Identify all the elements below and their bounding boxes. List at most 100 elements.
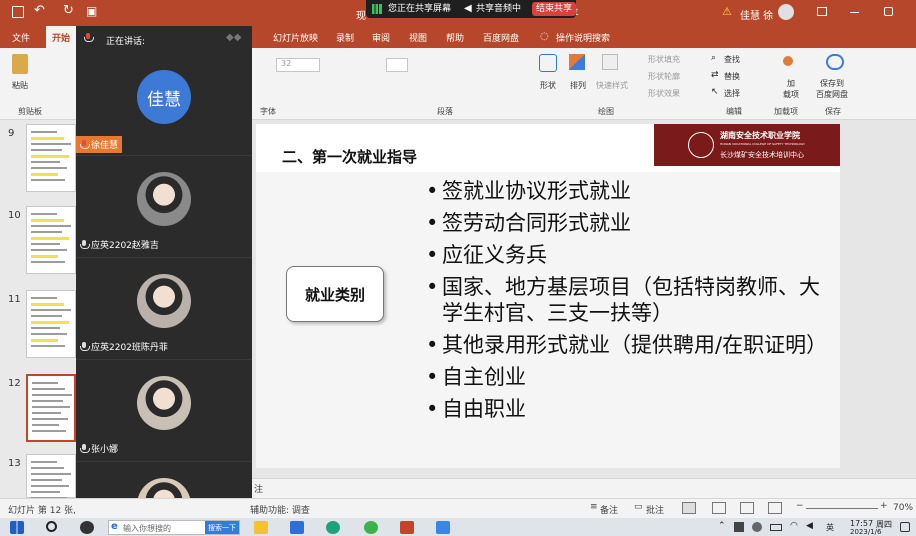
bullet-list-icon[interactable] <box>386 58 408 72</box>
undo-icon[interactable]: ↶ <box>34 3 45 18</box>
search-hint[interactable]: 操作说明搜索 <box>556 31 610 44</box>
quick-style-icon[interactable] <box>602 54 618 70</box>
tab-baidu[interactable]: 百度网盘 <box>483 31 519 44</box>
addin-button[interactable]: 加 载项 <box>783 78 799 100</box>
slide-thumbnail[interactable] <box>26 374 76 442</box>
participant-tile[interactable]: 应英2202赵雅吉 <box>76 156 252 258</box>
sharing-status: 您正在共享屏幕 <box>388 4 452 14</box>
volume-icon[interactable]: ◀ <box>806 521 813 531</box>
clock-date[interactable]: 2023/1/6 <box>850 528 881 536</box>
stop-share-button[interactable]: 结束共享 <box>532 2 577 16</box>
bullet-list[interactable]: 签就业协议形式就业签劳动合同形式就业应征义务兵国家、地方基层项目（包括特岗教师、… <box>426 178 827 428</box>
tab-view[interactable]: 视图 <box>409 31 427 44</box>
replace-button[interactable]: 替换 <box>724 71 740 82</box>
store-icon[interactable] <box>290 521 304 534</box>
reading-view-icon[interactable] <box>740 502 754 514</box>
360-browser-icon[interactable] <box>364 521 378 534</box>
shape-effect-button[interactable]: 形状效果 <box>648 88 680 99</box>
tab-home[interactable]: 开始 <box>46 26 77 48</box>
panel-collapse-icon[interactable]: ◆◆ <box>226 32 241 43</box>
bullet-item[interactable]: 其他录用形式就业（提供聘用/在职证明） <box>426 332 827 358</box>
participant-tile[interactable]: 张小娜 <box>76 360 252 462</box>
meeting-app-icon[interactable] <box>436 521 450 534</box>
speaker-icon: ◀ <box>464 3 472 14</box>
tab-help[interactable]: 帮助 <box>446 31 464 44</box>
edge-icon[interactable] <box>326 521 340 534</box>
slide-title[interactable]: 二、第一次就业指导 <box>282 146 417 167</box>
format-painter-icon[interactable]: ▣ <box>86 4 97 18</box>
taskbar-search-icon[interactable] <box>46 521 57 532</box>
zoom-out-icon[interactable]: − <box>796 501 804 511</box>
tray-app2-icon[interactable] <box>752 522 762 532</box>
mic-icon <box>80 239 90 250</box>
shape-outline-button[interactable]: 形状轮廓 <box>648 71 680 82</box>
zoom-level[interactable]: 70% <box>893 503 913 513</box>
select-button[interactable]: 选择 <box>724 88 740 99</box>
zoom-slider[interactable] <box>806 508 878 509</box>
clock-time[interactable]: 17:57 <box>850 519 873 528</box>
slideshow-view-icon[interactable] <box>768 502 782 514</box>
search-go-button[interactable]: 搜索一下 <box>205 521 239 534</box>
bullet-item[interactable]: 自主创业 <box>426 364 826 390</box>
accessibility-status[interactable]: 辅助功能: 调查 <box>250 503 310 516</box>
thumbnail-line <box>31 219 64 222</box>
notification-icon[interactable] <box>900 522 910 532</box>
notes-button[interactable]: 备注 <box>600 503 618 516</box>
shape-fill-button[interactable]: 形状填充 <box>648 54 680 65</box>
participant-tile[interactable]: 佳慧 徐佳慧 <box>76 54 252 156</box>
bullet-item[interactable]: 自由职业 <box>426 396 826 422</box>
browser-search-box[interactable]: e 输入你想搜的 搜索一下 <box>108 520 240 535</box>
slide-thumbnail[interactable] <box>26 206 76 274</box>
tab-file[interactable]: 文件 <box>12 31 30 44</box>
bullet-item[interactable]: 签劳动合同形式就业 <box>426 210 826 236</box>
thumbnail-line <box>32 382 58 384</box>
powerpoint-icon[interactable] <box>400 521 414 534</box>
zoom-in-icon[interactable]: + <box>880 501 888 511</box>
font-size-box[interactable]: 32 <box>276 58 320 72</box>
save-icon[interactable] <box>12 6 24 18</box>
shape-button[interactable]: 形状 <box>540 80 556 91</box>
arrange-icon[interactable] <box>569 54 585 70</box>
find-button[interactable]: 查找 <box>724 54 740 65</box>
redo-icon[interactable]: ↻ <box>63 3 74 18</box>
sorter-view-icon[interactable] <box>712 502 726 514</box>
battery-icon[interactable] <box>770 524 782 531</box>
addin-icon[interactable] <box>783 56 793 66</box>
arrange-button[interactable]: 排列 <box>570 80 586 91</box>
save-baidu-button[interactable]: 保存到 百度网盘 <box>816 78 848 100</box>
baidu-cloud-icon[interactable] <box>826 54 844 70</box>
participant-name-row: 徐佳慧 <box>76 136 123 153</box>
user-name[interactable]: 佳慧 徐 <box>740 7 773 22</box>
windows-start-icon[interactable] <box>10 521 24 534</box>
slide-thumbnail[interactable] <box>26 124 76 192</box>
normal-view-icon[interactable] <box>682 502 696 514</box>
audio-status[interactable]: 共享音频中 <box>472 2 525 16</box>
wifi-icon[interactable]: ◠ <box>790 521 798 531</box>
tab-review[interactable]: 审阅 <box>372 31 390 44</box>
avatar-icon[interactable] <box>778 4 794 20</box>
task-view-icon[interactable] <box>80 521 94 534</box>
ime-icon[interactable]: 英 <box>826 522 834 533</box>
tray-app-icon[interactable] <box>734 522 744 532</box>
category-box[interactable]: 就业类别 <box>286 266 384 322</box>
notes-pane[interactable]: 注 <box>252 478 916 498</box>
slide-thumbnail[interactable] <box>26 454 76 511</box>
paste-button[interactable]: 粘贴 <box>12 80 28 91</box>
ribbon-display-icon[interactable] <box>817 7 827 16</box>
quick-style-button[interactable]: 快速样式 <box>596 80 628 91</box>
tab-record[interactable]: 录制 <box>336 31 354 44</box>
tray-chevron-icon[interactable]: ⌃ <box>718 521 726 531</box>
bullet-item[interactable]: 签就业协议形式就业 <box>426 178 826 204</box>
bullet-item[interactable]: 应征义务兵 <box>426 242 826 268</box>
shapes-icon[interactable] <box>539 54 557 72</box>
restore-icon[interactable] <box>884 7 893 16</box>
file-explorer-icon[interactable] <box>254 521 268 534</box>
tab-slideshow[interactable]: 幻灯片放映 <box>273 31 318 44</box>
current-slide[interactable]: 二、第一次就业指导 湖南安全技术职业学院 HUNAN VOCATIONAL CO… <box>256 124 840 468</box>
paste-icon[interactable] <box>12 54 28 74</box>
slide-thumbnail[interactable] <box>26 290 76 358</box>
comments-button[interactable]: 批注 <box>646 503 664 516</box>
bullet-item[interactable]: 国家、地方基层项目（包括特岗教师、大学生村官、三支一扶等） <box>426 274 826 326</box>
minimize-icon[interactable] <box>850 12 859 13</box>
participant-tile[interactable]: 应英2202班陈丹菲 <box>76 258 252 360</box>
